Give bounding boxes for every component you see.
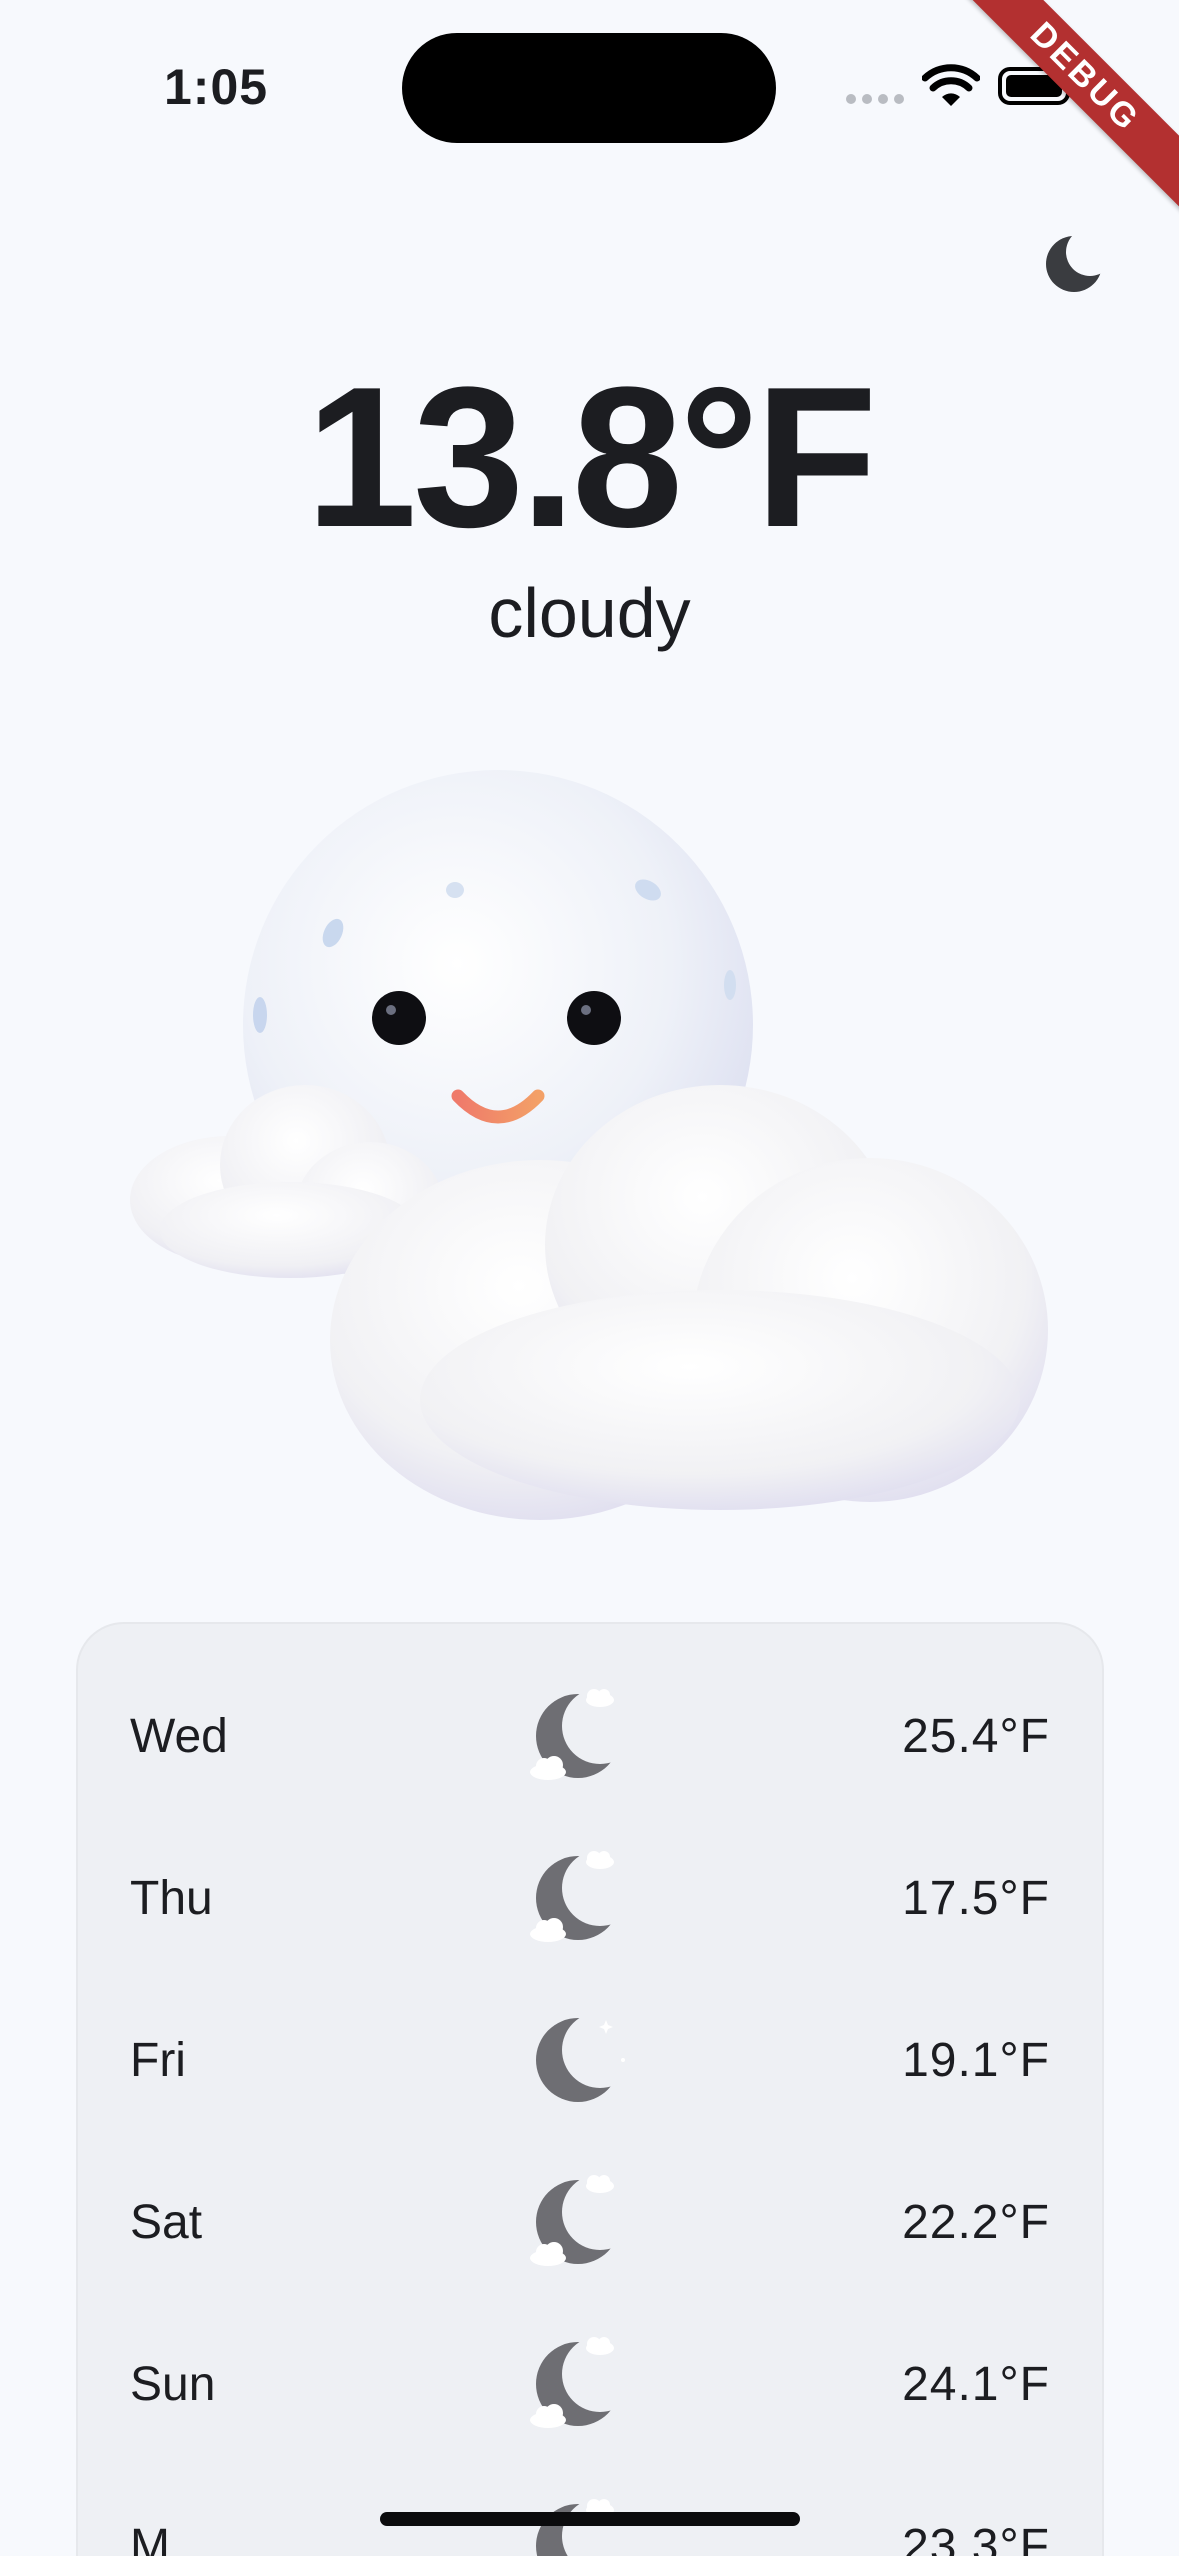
moon-cloud-icon xyxy=(528,2496,628,2556)
forecast-day: Fri xyxy=(130,2034,186,2087)
wifi-icon xyxy=(922,64,980,106)
dynamic-island xyxy=(402,33,776,143)
current-temperature: 13.8°F xyxy=(305,346,877,569)
moon-cloud-icon xyxy=(528,1686,628,1786)
forecast-row[interactable]: Thu 17.5°F xyxy=(78,1818,1102,1980)
forecast-card: Wed 25.4°F Thu 17.5°F Fri 19.1°F Sat 22.… xyxy=(78,1624,1102,2556)
moon-cloud-icon xyxy=(528,2172,628,2272)
forecast-day: Thu xyxy=(130,1872,213,1925)
moon-cloud-icon xyxy=(528,2334,628,2434)
forecast-temp: 24.1°F xyxy=(902,2358,1050,2411)
forecast-day: Wed xyxy=(130,1710,228,1763)
status-time: 1:05 xyxy=(164,59,269,115)
forecast-day: Sat xyxy=(130,2196,203,2249)
forecast-temp: 17.5°F xyxy=(902,1872,1050,1925)
forecast-row[interactable]: Sun 24.1°F xyxy=(78,2304,1102,2466)
forecast-temp: 22.2°F xyxy=(902,2196,1050,2249)
cloudy-night-moon-illustration xyxy=(130,770,1048,1520)
forecast-row[interactable]: Fri 19.1°F xyxy=(78,1980,1102,2142)
forecast-day: Sun xyxy=(130,2358,216,2411)
forecast-temp: 19.1°F xyxy=(902,2034,1050,2087)
home-indicator[interactable] xyxy=(380,2512,800,2526)
cellular-signal-icon xyxy=(846,94,904,104)
moon-clear-icon xyxy=(528,2010,628,2110)
weather-condition: cloudy xyxy=(488,574,691,652)
forecast-day: M xyxy=(130,2520,170,2556)
forecast-row[interactable]: Wed 25.4°F xyxy=(78,1656,1102,1818)
moon-cloud-icon xyxy=(528,1848,628,1948)
forecast-row[interactable]: Sat 22.2°F xyxy=(78,2142,1102,2304)
forecast-row[interactable]: M 23.3°F xyxy=(78,2466,1102,2556)
moon-icon[interactable] xyxy=(1040,226,1110,296)
forecast-temp: 23.3°F xyxy=(902,2520,1050,2556)
weather-screen: 1:05 DEBUG 13.8°F cloudy Wed 25.4°F Thu … xyxy=(0,0,1179,2556)
forecast-temp: 25.4°F xyxy=(902,1710,1050,1763)
debug-banner: DEBUG xyxy=(932,0,1179,230)
